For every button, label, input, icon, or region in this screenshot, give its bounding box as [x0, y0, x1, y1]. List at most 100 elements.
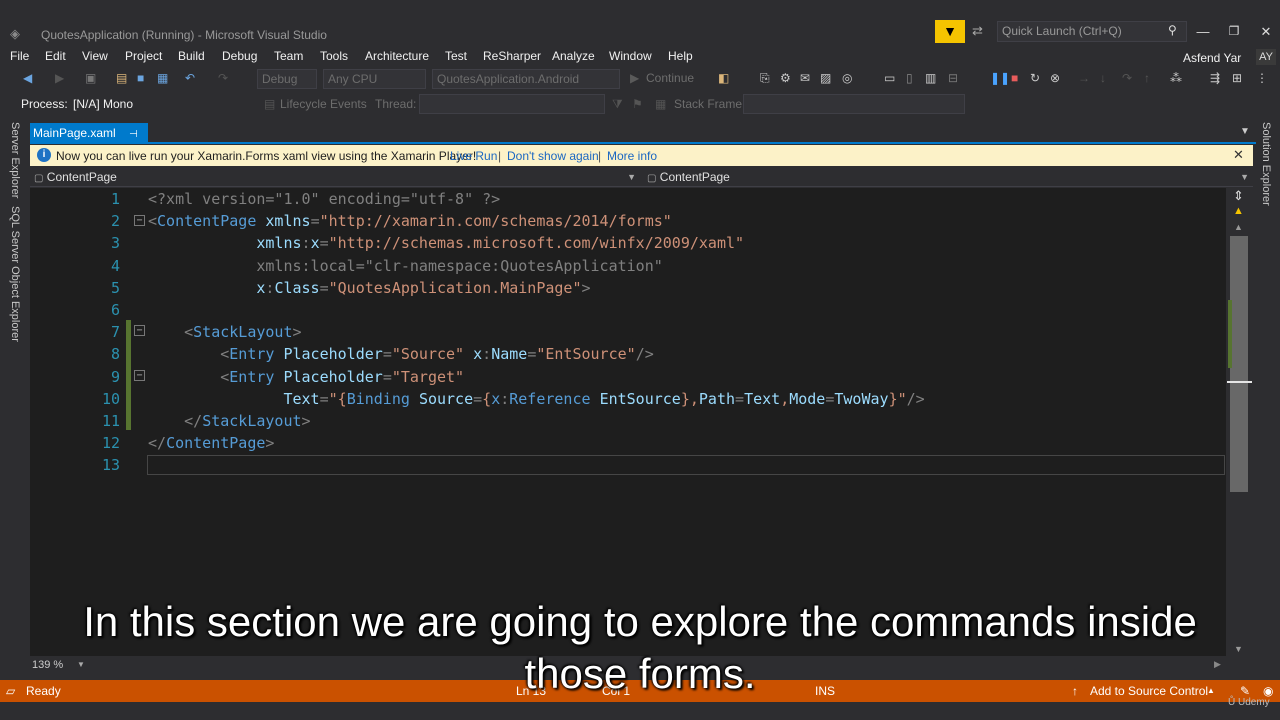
lifecycle-icon[interactable]: ▤	[264, 97, 275, 111]
menu-resharper[interactable]: ReSharper	[483, 49, 541, 63]
live-run-link[interactable]: Live Run	[450, 149, 497, 163]
step-out-icon[interactable]: ↑	[1144, 71, 1150, 85]
code-line[interactable]: xmlns:x="http://schemas.microsoft.com/wi…	[148, 232, 744, 254]
process-select[interactable]: [N/A] Mono	[68, 94, 256, 114]
code-line[interactable]: x:Class="QuotesApplication.MainPage">	[148, 277, 590, 299]
split-icon[interactable]: ⇕	[1233, 188, 1244, 204]
notification-filter-icon[interactable]: ▼	[935, 20, 965, 43]
restart-icon[interactable]: ↻	[1030, 71, 1040, 85]
menu-help[interactable]: Help	[668, 49, 693, 63]
stop-icon[interactable]: ■	[1011, 71, 1018, 85]
fold-toggle-icon[interactable]: −	[134, 215, 145, 226]
new-project-icon[interactable]: ▣	[85, 71, 96, 85]
configuration-select[interactable]: Debug	[257, 69, 317, 89]
quick-launch-input[interactable]: Quick Launch (Ctrl+Q)	[997, 21, 1187, 42]
user-name[interactable]: Asfend Yar	[1183, 51, 1241, 65]
cancel-debug-icon[interactable]: ⊗	[1050, 71, 1060, 85]
fold-toggle-icon[interactable]: −	[134, 325, 145, 336]
tab-dropdown-icon[interactable]: ▼	[1240, 126, 1250, 137]
menu-build[interactable]: Build	[178, 49, 205, 63]
device-manager-icon[interactable]: ⊟	[948, 71, 958, 85]
lifecycle-events-select[interactable]: Lifecycle Events	[280, 97, 367, 111]
process-label: Process:	[21, 97, 68, 111]
code-line[interactable]: <StackLayout>	[148, 321, 301, 343]
scroll-up-icon[interactable]: ▲	[1234, 222, 1243, 232]
undo-icon[interactable]: ↶	[185, 71, 195, 85]
threads-icon[interactable]: ⇶	[1210, 71, 1220, 85]
toolbox-icon[interactable]: ⎘	[760, 71, 770, 86]
code-line[interactable]: <?xml version="1.0" encoding="utf-8" ?>	[148, 188, 500, 210]
pin-icon[interactable]: ⊣	[129, 129, 138, 140]
menu-view[interactable]: View	[82, 49, 108, 63]
search-icon[interactable]: ⚲	[1168, 23, 1177, 37]
menu-test[interactable]: Test	[445, 49, 467, 63]
menu-window[interactable]: Window	[609, 49, 652, 63]
infobar-close-icon[interactable]: ✕	[1233, 147, 1244, 163]
code-token: Entry	[229, 367, 275, 386]
restore-button[interactable]: ❐	[1225, 24, 1243, 38]
save-icon[interactable]: ■	[137, 71, 144, 85]
step-into-icon[interactable]: ↓	[1100, 71, 1106, 85]
picture-icon[interactable]: ▨	[820, 71, 831, 85]
tab-mainpage-xaml[interactable]: MainPage.xaml ⊣ ✕	[30, 123, 148, 162]
menu-project[interactable]: Project	[125, 49, 162, 63]
code-line[interactable]: xmlns:local="clr-namespace:QuotesApplica…	[148, 255, 662, 277]
more-info-link[interactable]: More info	[607, 149, 657, 163]
menu-tools[interactable]: Tools	[320, 49, 348, 63]
stack-frame-icon[interactable]: ▦	[655, 97, 666, 111]
menu-file[interactable]: File	[10, 49, 29, 63]
menu-analyze[interactable]: Analyze	[552, 49, 595, 63]
code-line[interactable]: Text="{Binding Source={x:Reference EntSo…	[148, 388, 924, 410]
back-icon[interactable]: ◀	[23, 71, 32, 85]
redo-icon[interactable]: ↷	[218, 71, 228, 85]
mail-icon[interactable]: ✉	[800, 71, 810, 85]
filter-thread-icon[interactable]: ⧩	[612, 97, 623, 112]
menu-debug[interactable]: Debug	[222, 49, 257, 63]
code-line[interactable]: </StackLayout>	[148, 410, 310, 432]
continue-button[interactable]: Continue	[646, 71, 694, 85]
close-button[interactable]: ✕	[1257, 24, 1275, 40]
dont-show-again-link[interactable]: Don't show again	[507, 149, 599, 163]
startup-project-select[interactable]: QuotesApplication.Android	[432, 69, 620, 89]
code-line[interactable]: </ContentPage>	[148, 432, 274, 454]
menu-edit[interactable]: Edit	[45, 49, 66, 63]
code-line[interactable]: <ContentPage xmlns="http://xamarin.com/s…	[148, 210, 672, 232]
monitor-icon[interactable]: ▭	[884, 71, 895, 85]
menu-team[interactable]: Team	[274, 49, 303, 63]
step-over-icon[interactable]: ↷	[1122, 71, 1132, 85]
code-token: :	[301, 234, 311, 253]
continue-icon[interactable]: ▶	[630, 71, 639, 85]
properties-icon[interactable]: ⚙	[780, 71, 791, 85]
open-folder-icon[interactable]: ▤	[116, 71, 127, 85]
thread-select[interactable]	[419, 94, 605, 114]
flag-thread-icon[interactable]: ⚑	[632, 97, 643, 111]
type-dropdown[interactable]: ▢ ContentPage ▼	[34, 169, 638, 186]
layout-icon[interactable]: ▥	[925, 71, 936, 85]
toolbar-overflow-icon[interactable]: ⋮	[1256, 71, 1268, 85]
class-icon: ▢	[34, 173, 44, 184]
pause-icon[interactable]: ❚❚	[990, 71, 1010, 85]
menu-architecture[interactable]: Architecture	[365, 49, 429, 63]
code-line[interactable]: <Entry Placeholder="Target"	[148, 366, 464, 388]
tab-server-explorer[interactable]: Server Explorer	[9, 122, 21, 198]
code-line[interactable]: <Entry Placeholder="Source" x:Name="EntS…	[148, 343, 654, 365]
minimize-button[interactable]: —	[1194, 24, 1212, 39]
forward-icon[interactable]: ▶	[55, 71, 64, 85]
device-icon[interactable]: ▯	[906, 71, 913, 85]
scrollbar-thumb[interactable]	[1230, 236, 1248, 492]
platform-select[interactable]: Any CPU	[323, 69, 426, 89]
fold-toggle-icon[interactable]: −	[134, 370, 145, 381]
hex-icon[interactable]: ⁂	[1170, 71, 1182, 85]
target-icon[interactable]: ◎	[842, 71, 852, 85]
member-dropdown[interactable]: ▢ ContentPage ▼	[647, 169, 1251, 186]
tab-solution-explorer[interactable]: Solution Explorer	[1260, 122, 1272, 206]
stack-frame-select[interactable]	[743, 94, 965, 114]
user-avatar[interactable]: AY	[1256, 49, 1276, 65]
tab-sql-server-object-explorer[interactable]: SQL Server Object Explorer	[9, 206, 21, 342]
step-next-icon[interactable]: →	[1078, 71, 1090, 85]
attach-process-icon[interactable]: ◧	[718, 71, 729, 85]
breakpoint-icon[interactable]: ⊞	[1232, 71, 1242, 85]
save-all-icon[interactable]: ▦	[157, 71, 168, 85]
feedback-icon[interactable]: ⇄	[972, 23, 983, 39]
